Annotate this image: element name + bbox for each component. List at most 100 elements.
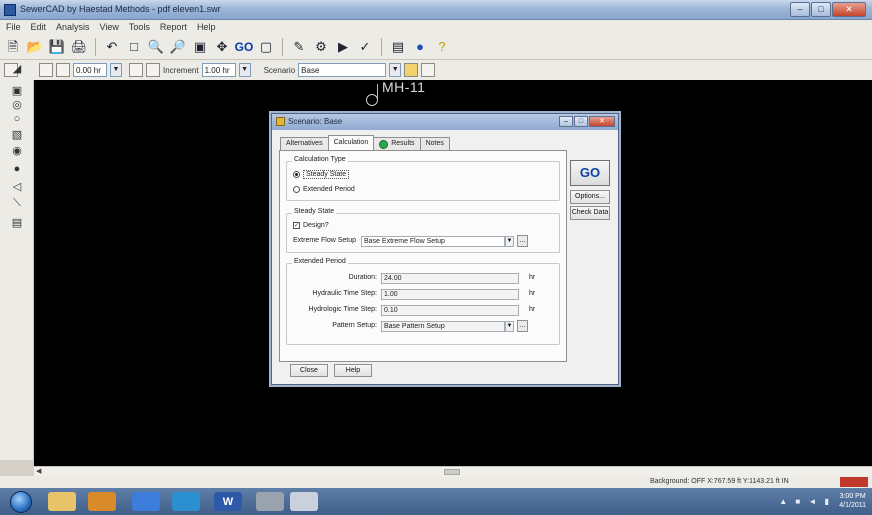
annotation-tool-icon[interactable]: ⟍ (9, 196, 25, 210)
menu-analysis[interactable]: Analysis (56, 22, 90, 32)
close-dialog-button[interactable]: Close (290, 364, 328, 377)
rewind-button[interactable] (39, 63, 53, 77)
browser-icon[interactable] (132, 492, 160, 511)
zoom-extents-icon[interactable]: ✥ (213, 38, 231, 56)
dialog-maximize-button[interactable]: □ (574, 116, 588, 127)
check-data-button[interactable]: Check Data (570, 206, 610, 220)
design-checkbox[interactable]: ✓ Design? (293, 222, 329, 229)
maximize-button[interactable]: □ (811, 2, 831, 17)
clock-date: 4/1/2011 (839, 502, 866, 509)
increment-field[interactable]: 1.00 hr (201, 63, 236, 77)
alternatives-icon[interactable] (421, 63, 436, 77)
zoom-in-icon[interactable]: 🔍 (147, 38, 165, 56)
tab-results[interactable]: Results (373, 137, 421, 150)
menu-file[interactable]: File (6, 22, 21, 32)
status-text: Background: OFF X:767.59 ft Y:1143.21 ft… (650, 478, 789, 485)
word-icon[interactable]: W (214, 492, 242, 511)
scroll-left-icon[interactable]: ◀ (36, 467, 41, 475)
horizontal-scrollbar[interactable]: ◀ (34, 466, 872, 476)
scenario-manager-icon[interactable] (404, 63, 419, 77)
go-icon[interactable]: GO (235, 38, 254, 56)
steady-state-title: Steady State (292, 208, 337, 215)
hydraulic-step-field[interactable]: 1.00 (381, 289, 519, 300)
node-label[interactable]: MH-11 (382, 79, 425, 95)
pump-tool-icon[interactable]: ◉ (9, 144, 25, 158)
tab-results-label: Results (391, 140, 415, 147)
dialog-minimize-button[interactable]: – (559, 116, 573, 127)
system-tray[interactable]: ▲ ■ ◄ ▮ (779, 497, 832, 506)
help-button[interactable]: Help (334, 364, 372, 377)
pipe-layout-icon[interactable]: ▣ (9, 84, 25, 98)
element-icon[interactable]: ▢ (257, 38, 275, 56)
pattern-setup-select[interactable]: Base Pattern Setup (381, 321, 505, 332)
outlet-icon[interactable]: ▶ (334, 38, 352, 56)
menu-report[interactable]: Report (160, 22, 187, 32)
step-back-button[interactable] (56, 63, 70, 77)
hydrologic-step-field[interactable]: 0.10 (381, 305, 519, 316)
hydrologic-step-label: Hydrologic Time Step: (308, 306, 377, 313)
globe-icon[interactable]: ● (411, 38, 429, 56)
dialog-titlebar[interactable]: Scenario: Base – □ ✕ (272, 114, 618, 130)
zoom-window-icon[interactable]: ▣ (191, 38, 209, 56)
zoom-out-icon[interactable]: 🔎 (169, 38, 187, 56)
fast-forward-button[interactable] (146, 63, 160, 77)
junction-tool-icon[interactable]: ○ (9, 112, 25, 126)
text-tool-icon[interactable]: ▤ (9, 216, 25, 230)
open-icon[interactable]: 📂 (26, 38, 44, 56)
save-icon[interactable]: 💾 (48, 38, 66, 56)
taskbar: W ▲ ■ ◄ ▮ 3:00 PM 4/1/2011 (0, 488, 872, 515)
alternative-icon[interactable]: ✓ (356, 38, 374, 56)
select-icon[interactable]: □ (125, 38, 143, 56)
sewercad-taskbar-icon[interactable] (256, 492, 284, 511)
increment-dropdown[interactable]: ▼ (238, 63, 251, 77)
scroll-thumb[interactable] (444, 469, 460, 475)
time-dropdown[interactable]: ▼ (110, 63, 122, 77)
tab-alternatives[interactable]: Alternatives (280, 137, 329, 150)
clock[interactable]: 3:00 PM 4/1/2011 (839, 492, 866, 510)
step-forward-button[interactable] (129, 63, 143, 77)
extreme-flow-select[interactable]: Base Extreme Flow Setup (361, 236, 505, 247)
duration-field[interactable]: 24.00 (381, 273, 519, 284)
window-taskbar-icon[interactable] (290, 492, 318, 511)
tab-notes[interactable]: Notes (419, 137, 450, 150)
explorer-icon[interactable] (48, 492, 76, 511)
pattern-setup-label: Pattern Setup: (332, 322, 377, 329)
wet-well-tool-icon[interactable]: ▧ (9, 128, 25, 142)
help-icon[interactable]: ? (433, 38, 451, 56)
menu-tools[interactable]: Tools (129, 22, 150, 32)
extended-period-radio[interactable]: Extended Period (293, 186, 355, 193)
extreme-flow-label: Extreme Flow Setup (293, 237, 357, 244)
start-button[interactable] (10, 491, 32, 513)
scenario-dropdown[interactable]: ▼ (389, 63, 402, 77)
network-icon[interactable] (172, 492, 200, 511)
extreme-flow-ellipsis-button[interactable]: … (517, 235, 528, 247)
node-tool-icon[interactable]: ● (9, 162, 25, 176)
outlet-tool-icon[interactable]: ◁ (9, 180, 25, 194)
undo-icon[interactable]: ↶ (103, 38, 121, 56)
menu-help[interactable]: Help (197, 22, 216, 32)
scenario-select[interactable]: Base (298, 63, 387, 77)
extreme-flow-dropdown-icon[interactable]: ▼ (505, 236, 514, 247)
manhole-tool-icon[interactable]: ◎ (9, 98, 25, 112)
select-tool-icon[interactable]: ◢ (9, 62, 25, 76)
pattern-setup-dropdown-icon[interactable]: ▼ (505, 321, 514, 332)
close-button[interactable]: ✕ (832, 2, 866, 17)
steady-state-radio[interactable]: Steady State (293, 170, 350, 179)
pattern-setup-ellipsis-button[interactable]: … (517, 320, 528, 332)
go-button[interactable]: GO (570, 160, 610, 186)
media-player-icon[interactable] (88, 492, 116, 511)
menu-view[interactable]: View (100, 22, 119, 32)
time-toolbar: 0.00 hr ▼ Increment 1.00 hr ▼ Scenario B… (0, 60, 872, 80)
options-button[interactable]: Options... (570, 190, 610, 204)
tab-calculation[interactable]: Calculation (327, 135, 375, 150)
report-icon[interactable]: ▤ (389, 38, 407, 56)
menu-edit[interactable]: Edit (31, 22, 47, 32)
print-icon[interactable]: 🖨 (70, 38, 88, 56)
manhole-icon[interactable]: ⚙ (312, 38, 330, 56)
minimize-button[interactable]: – (790, 2, 810, 17)
manhole-node-icon[interactable] (366, 94, 378, 106)
new-icon[interactable]: 🗎 (4, 38, 22, 56)
dialog-close-button[interactable]: ✕ (589, 116, 615, 127)
time-field[interactable]: 0.00 hr (73, 63, 107, 77)
pipe-icon[interactable]: ✎ (290, 38, 308, 56)
